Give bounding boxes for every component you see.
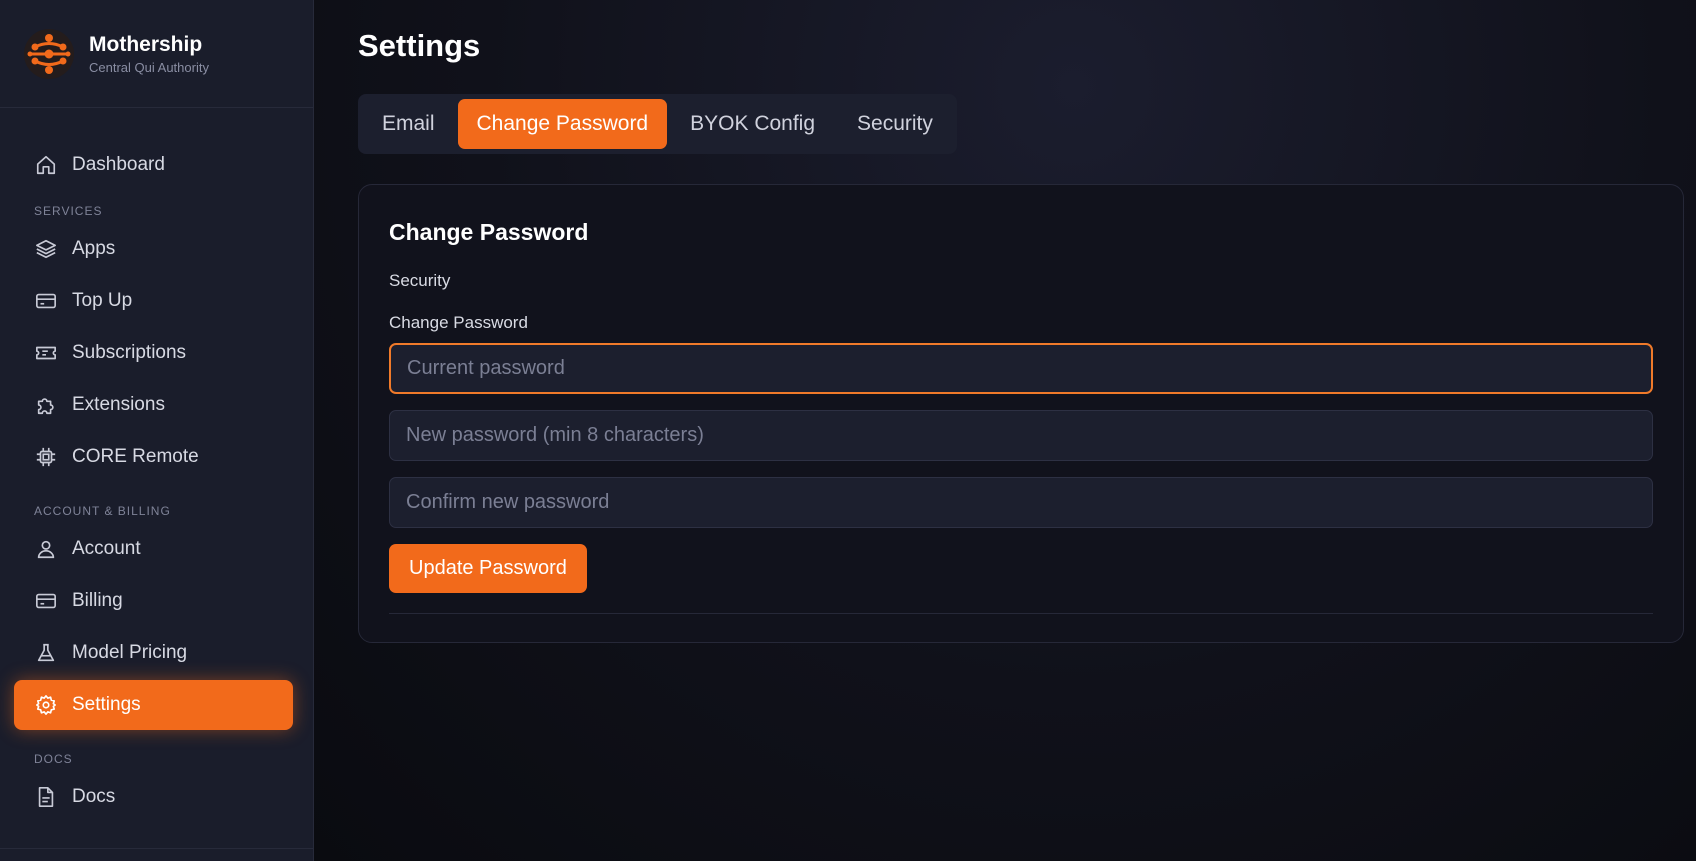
sidebar-item-dashboard[interactable]: Dashboard xyxy=(14,140,293,190)
sidebar-item-billing[interactable]: Billing xyxy=(14,576,293,626)
tab-security[interactable]: Security xyxy=(838,99,952,149)
mothership-logo-icon xyxy=(24,28,74,79)
sidebar-item-label: Account xyxy=(72,538,141,559)
sidebar-item-subscriptions[interactable]: Subscriptions xyxy=(14,328,293,378)
credit-card-icon xyxy=(34,589,58,613)
card-title: Change Password xyxy=(389,219,589,245)
sidebar-item-label: Extensions xyxy=(72,394,165,415)
sidebar-item-core-remote[interactable]: CORE Remote xyxy=(14,432,293,482)
nav-section-account-billing: ACCOUNT & BILLING xyxy=(34,504,171,518)
document-icon xyxy=(34,785,58,809)
sidebar-item-model-pricing[interactable]: Model Pricing xyxy=(14,628,293,678)
change-password-card: Change Password Security Change Password… xyxy=(358,184,1684,643)
current-password-input[interactable] xyxy=(389,343,1653,394)
sidebar-item-label: Settings xyxy=(72,694,141,715)
settings-tabs: Email Change Password BYOK Config Securi… xyxy=(358,94,957,154)
update-password-button[interactable]: Update Password xyxy=(389,544,587,593)
nav-section-services: SERVICES xyxy=(34,204,103,218)
sidebar-item-account[interactable]: Account xyxy=(14,524,293,574)
sidebar-item-top-up[interactable]: Top Up xyxy=(14,276,293,326)
sidebar-item-label: CORE Remote xyxy=(72,446,199,467)
card-divider xyxy=(389,613,1653,614)
sidebar-item-label: Docs xyxy=(72,786,116,807)
home-icon xyxy=(34,153,58,177)
sidebar-item-apps[interactable]: Apps xyxy=(14,224,293,274)
sidebar-item-extensions[interactable]: Extensions xyxy=(14,380,293,430)
page-title: Settings xyxy=(358,28,481,63)
sidebar-nav: Dashboard SERVICES Apps Top Up Subscript… xyxy=(0,108,313,822)
sidebar-item-label: Subscriptions xyxy=(72,342,187,363)
gear-icon xyxy=(34,693,58,717)
new-password-input[interactable] xyxy=(389,410,1653,461)
sidebar-item-settings[interactable]: Settings xyxy=(14,680,293,730)
sidebar-item-label: Billing xyxy=(72,590,123,611)
sidebar-item-docs[interactable]: Docs xyxy=(14,772,293,822)
flask-icon xyxy=(34,641,58,665)
sidebar-item-label: Model Pricing xyxy=(72,642,188,663)
section-label: Security xyxy=(389,271,451,290)
sidebar-item-label: Dashboard xyxy=(72,154,165,175)
chip-icon xyxy=(34,445,58,469)
layers-icon xyxy=(34,237,58,261)
sub-label: Change Password xyxy=(389,313,528,332)
sidebar-item-label: Apps xyxy=(72,238,116,259)
puzzle-icon xyxy=(34,393,58,417)
confirm-password-input[interactable] xyxy=(389,477,1653,528)
brand-subtitle: Central Qui Authority xyxy=(89,60,209,75)
ticket-icon xyxy=(34,341,58,365)
brand-name: Mothership xyxy=(89,33,203,56)
tab-email[interactable]: Email xyxy=(363,99,454,149)
sidebar-footer-divider xyxy=(0,848,313,849)
tab-byok-config[interactable]: BYOK Config xyxy=(671,99,834,149)
credit-card-icon xyxy=(34,289,58,313)
user-icon xyxy=(34,537,58,561)
main-content: Settings Email Change Password BYOK Conf… xyxy=(314,0,1696,861)
nav-section-docs: DOCS xyxy=(34,752,73,766)
sidebar-item-label: Top Up xyxy=(72,290,133,311)
brand-header: Mothership Central Qui Authority xyxy=(0,0,313,108)
tab-change-password[interactable]: Change Password xyxy=(457,99,668,149)
sidebar: Mothership Central Qui Authority Dashboa… xyxy=(0,0,314,861)
